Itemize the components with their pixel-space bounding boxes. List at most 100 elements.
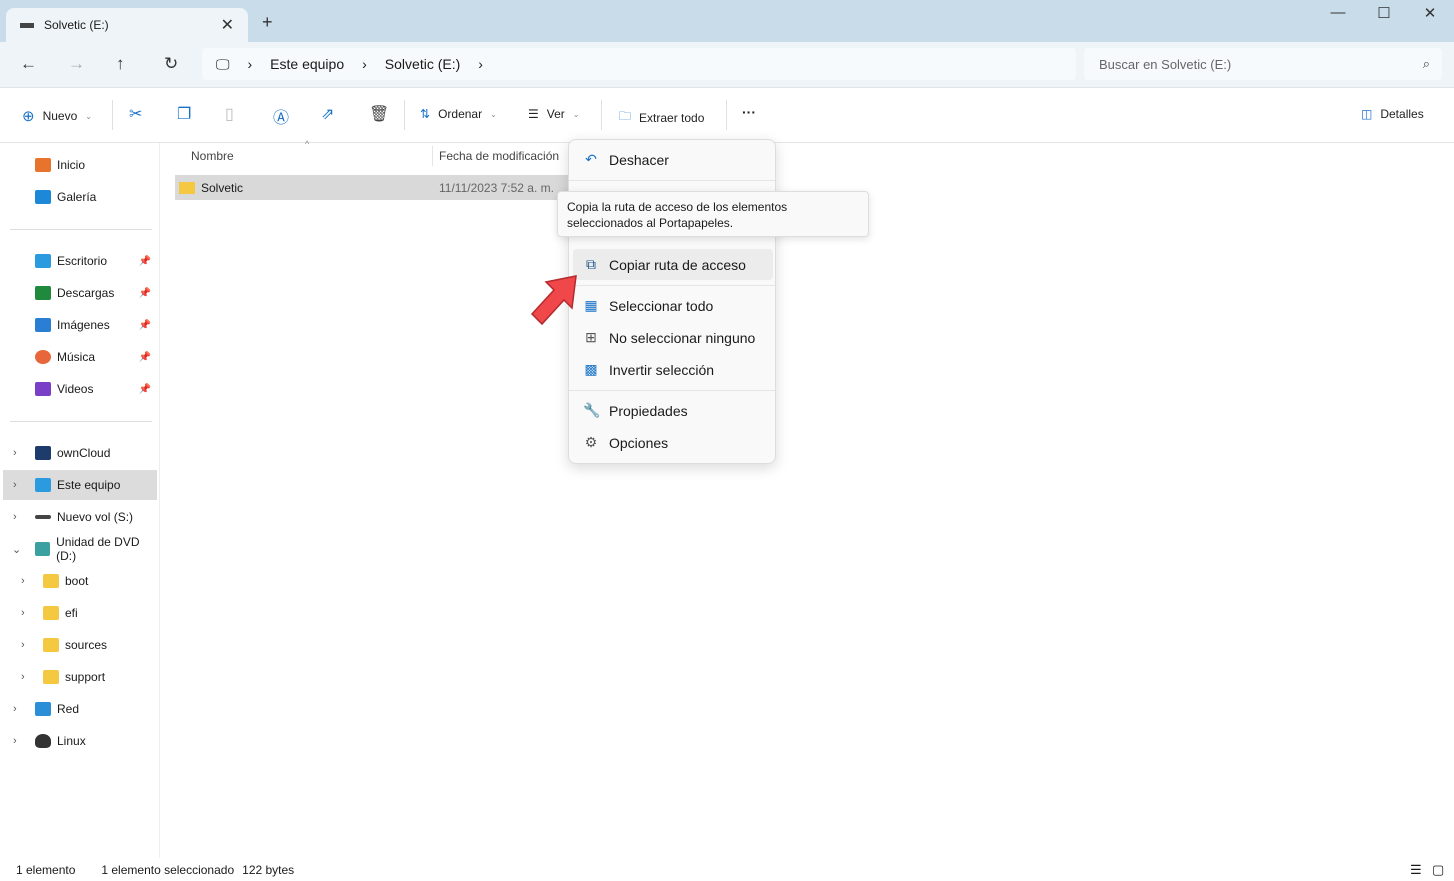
sidebar-item-linux[interactable]: › Linux bbox=[0, 726, 157, 756]
wrench-icon: 🔧 bbox=[583, 402, 601, 418]
sidebar-label: support bbox=[65, 670, 106, 684]
menu-item-options[interactable]: ⚙ Opciones bbox=[573, 427, 773, 458]
sidebar-item-escritorio[interactable]: Escritorio 📌 bbox=[0, 246, 157, 276]
pin-icon[interactable]: 📌 bbox=[139, 256, 151, 267]
sidebar-item-efi[interactable]: › efi bbox=[0, 598, 157, 628]
menu-label: Opciones bbox=[609, 434, 669, 451]
pin-icon[interactable]: 📌 bbox=[139, 288, 151, 299]
network-icon bbox=[35, 702, 51, 716]
maximize-button[interactable]: ☐ bbox=[1362, 4, 1406, 22]
breadcrumb-solvetic[interactable]: Solvetic (E:) bbox=[385, 56, 460, 72]
sidebar-item-videos[interactable]: Videos 📌 bbox=[0, 374, 157, 404]
sidebar-item-red[interactable]: › Red bbox=[0, 694, 157, 724]
command-bar: ⊕ Nuevo ⌄ ✂ ❐ ▯ Ⓐ ⇗ 🗑 ⇅ Ordenar ⌄ ☰ Ver ⌄ 🗀 Ext… bbox=[0, 88, 1454, 143]
more-options-menu: ↶ Deshacer ⧉ Copiar ruta de acceso ▦ Selecc… bbox=[568, 139, 776, 464]
pin-icon[interactable]: 📌 bbox=[139, 352, 151, 363]
menu-item-select-all[interactable]: ▦ Seleccionar todo bbox=[573, 290, 773, 321]
up-button[interactable]: ↑ bbox=[116, 54, 125, 74]
details-button[interactable]: ◫ Detalles bbox=[1361, 107, 1424, 121]
sidebar-item-nuevo-vol[interactable]: › Nuevo vol (S:) bbox=[0, 502, 157, 532]
sidebar-item-boot[interactable]: › boot bbox=[0, 566, 157, 596]
menu-item-select-none[interactable]: ⊞ No seleccionar ninguno bbox=[573, 322, 773, 353]
close-tab-icon[interactable]: ✕ bbox=[221, 15, 234, 35]
sidebar-label: Música bbox=[57, 350, 96, 364]
selected-size: 122 bytes bbox=[242, 862, 295, 877]
sidebar-item-support[interactable]: › support bbox=[0, 662, 157, 692]
pin-icon[interactable]: 📌 bbox=[139, 384, 151, 395]
tiles-view-icon[interactable]: ▢ bbox=[1432, 862, 1444, 878]
menu-item-properties[interactable]: 🔧 Propiedades bbox=[573, 395, 773, 426]
divider bbox=[726, 100, 727, 130]
downloads-icon bbox=[35, 286, 51, 300]
sidebar-item-imagenes[interactable]: Imágenes 📌 bbox=[0, 310, 157, 340]
rename-icon[interactable]: Ⓐ bbox=[273, 104, 289, 128]
divider bbox=[10, 421, 152, 422]
sidebar-label: Nuevo vol (S:) bbox=[57, 510, 134, 524]
sidebar-label: efi bbox=[65, 606, 78, 620]
tab-solvetic[interactable]: Solvetic (E:) ✕ bbox=[6, 8, 248, 42]
sidebar-item-musica[interactable]: Música 📌 bbox=[0, 342, 157, 372]
breadcrumb-este-equipo[interactable]: Este equipo bbox=[270, 56, 344, 72]
refresh-button[interactable]: ↻ bbox=[164, 54, 178, 74]
selected-count: 1 elemento seleccionado bbox=[101, 862, 235, 877]
address-bar[interactable]: 🖵 › Este equipo › Solvetic (E:) › bbox=[202, 48, 1076, 80]
extract-icon: 🗀 bbox=[619, 109, 632, 123]
details-view-icon[interactable]: ☰ bbox=[1410, 862, 1422, 878]
item-count: 1 elemento bbox=[16, 862, 76, 877]
close-window-button[interactable]: ✕ bbox=[1408, 4, 1452, 22]
sidebar-item-inicio[interactable]: Inicio bbox=[0, 150, 157, 180]
sidebar-item-descargas[interactable]: Descargas 📌 bbox=[0, 278, 157, 308]
sidebar-label: Videos bbox=[57, 382, 94, 396]
sort-label: Ordenar bbox=[438, 107, 483, 121]
music-icon bbox=[35, 350, 51, 364]
plus-icon: ⊕ bbox=[22, 108, 35, 125]
menu-item-invert-selection[interactable]: ▩ Invertir selección bbox=[573, 354, 773, 385]
search-input[interactable]: Buscar en Solvetic (E:) ⌕ bbox=[1084, 48, 1442, 80]
sidebar-item-dvd[interactable]: ⌄ Unidad de DVD (D:) bbox=[0, 534, 157, 564]
sidebar-item-galeria[interactable]: Galería bbox=[0, 182, 157, 212]
sidebar-label: Inicio bbox=[57, 158, 86, 172]
divider bbox=[112, 100, 113, 130]
sidebar-label: ownCloud bbox=[57, 446, 111, 460]
tooltip: Copia la ruta de acceso de los elementos… bbox=[557, 191, 869, 237]
delete-icon[interactable]: 🗑 bbox=[369, 104, 389, 124]
divider bbox=[569, 180, 775, 181]
sidebar-item-este-equipo[interactable]: › Este equipo bbox=[3, 470, 157, 500]
view-button[interactable]: ☰ Ver ⌄ bbox=[528, 107, 579, 121]
column-header-modified[interactable]: Fecha de modificación bbox=[432, 146, 559, 166]
sidebar-item-sources[interactable]: › sources bbox=[0, 630, 157, 660]
invert-selection-icon: ▩ bbox=[584, 361, 598, 377]
divider bbox=[404, 100, 405, 130]
menu-label: Seleccionar todo bbox=[609, 297, 714, 314]
view-label: Ver bbox=[546, 107, 565, 121]
select-all-icon: ▦ bbox=[584, 297, 598, 313]
minimize-button[interactable]: — bbox=[1316, 4, 1360, 21]
folder-icon bbox=[43, 574, 59, 588]
copy-icon[interactable]: ❐ bbox=[177, 104, 191, 124]
sidebar-item-owncloud[interactable]: › ownCloud bbox=[0, 438, 157, 468]
share-icon[interactable]: ⇗ bbox=[321, 104, 334, 124]
forward-button[interactable]: → bbox=[68, 54, 85, 74]
paste-icon[interactable]: ▯ bbox=[225, 104, 234, 124]
new-button[interactable]: ⊕ Nuevo ⌄ bbox=[22, 107, 92, 125]
cut-icon[interactable]: ✂ bbox=[129, 104, 142, 124]
pin-icon[interactable]: 📌 bbox=[139, 320, 151, 331]
menu-label: Invertir selección bbox=[609, 361, 715, 378]
sort-button[interactable]: ⇅ Ordenar ⌄ bbox=[420, 107, 497, 121]
file-row[interactable]: Solvetic 11/11/2023 7:52 a. m. bbox=[175, 175, 575, 200]
gallery-icon bbox=[35, 190, 51, 204]
column-header-name[interactable]: Nombre bbox=[191, 149, 234, 163]
menu-item-undo[interactable]: ↶ Deshacer bbox=[573, 144, 773, 175]
divider bbox=[601, 100, 602, 130]
extract-all-button[interactable]: 🗀 Extraer todo bbox=[619, 107, 704, 128]
new-tab-button[interactable]: + bbox=[262, 12, 273, 33]
menu-label: No seleccionar ninguno bbox=[609, 329, 756, 346]
computer-icon: 🖵 bbox=[216, 55, 230, 72]
back-button[interactable]: ← bbox=[20, 54, 37, 74]
search-placeholder: Buscar en Solvetic (E:) bbox=[1099, 56, 1232, 72]
divider bbox=[10, 229, 152, 230]
search-icon: ⌕ bbox=[1422, 56, 1430, 71]
menu-item-copy-path[interactable]: ⧉ Copiar ruta de acceso bbox=[573, 249, 773, 280]
sidebar-label: Imágenes bbox=[57, 318, 110, 332]
more-options-button[interactable]: ··· bbox=[742, 104, 756, 120]
